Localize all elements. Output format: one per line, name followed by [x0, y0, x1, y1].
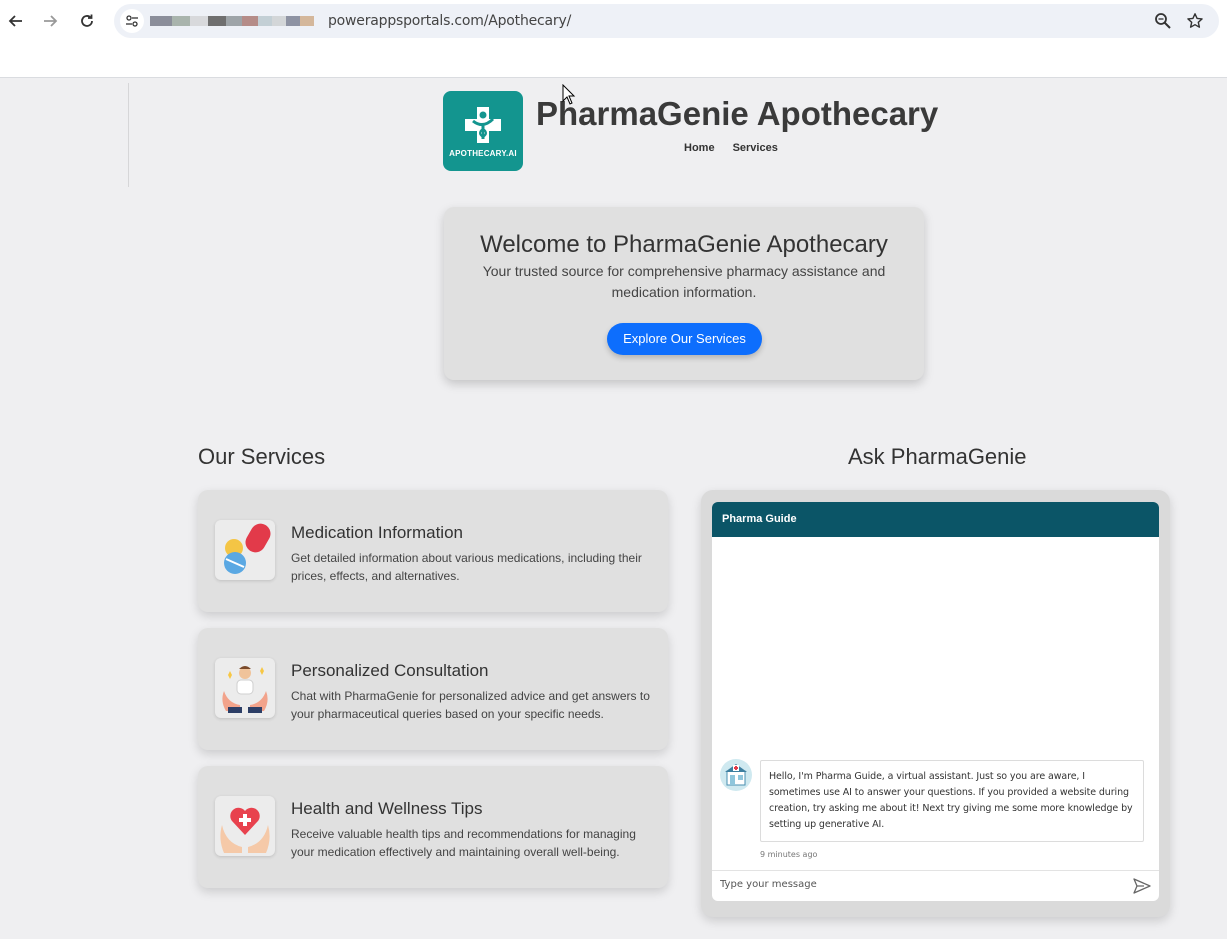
chat-header: Pharma Guide — [712, 502, 1159, 537]
zoom-icon[interactable] — [1154, 12, 1172, 30]
side-divider — [128, 83, 129, 187]
back-arrow-icon[interactable] — [3, 8, 29, 34]
service-description: Get detailed information about various m… — [291, 551, 642, 583]
forward-arrow-icon[interactable] — [37, 8, 63, 34]
nav-home[interactable]: Home — [684, 142, 715, 154]
chat-input-row — [712, 870, 1159, 901]
url-redacted — [150, 16, 328, 26]
service-title: Medication Information — [291, 523, 463, 542]
hero-heading: Welcome to PharmaGenie Apothecary — [480, 231, 888, 258]
site-logo[interactable]: APOTHECARY.AI — [443, 91, 523, 171]
service-title: Personalized Consultation — [291, 661, 489, 680]
hero-card: Welcome to PharmaGenie Apothecary Your t… — [444, 207, 924, 380]
service-description: Chat with PharmaGenie for personalized a… — [291, 689, 650, 721]
browser-toolbar: powerappsportals.com/Apothecary/ — [0, 0, 1227, 42]
service-card-wellness[interactable]: Health and Wellness Tips Receive valuabl… — [198, 766, 668, 888]
explore-services-button[interactable]: Explore Our Services — [607, 323, 762, 355]
ask-title: Ask PharmaGenie — [848, 444, 1027, 469]
mouse-cursor-icon — [562, 84, 576, 105]
bot-avatar-icon — [720, 759, 752, 791]
site-nav: Home Services — [684, 142, 778, 154]
bot-message: Hello, I'm Pharma Guide, a virtual assis… — [760, 760, 1144, 842]
address-bar[interactable]: powerappsportals.com/Apothecary/ — [114, 4, 1219, 38]
nav-services[interactable]: Services — [733, 142, 778, 154]
page-content: APOTHECARY.AI PharmaGenie Apothecary Hom… — [0, 79, 1227, 939]
heart-hands-icon — [215, 796, 275, 856]
pharmacy-cross-icon — [465, 106, 501, 143]
site-info-icon[interactable] — [120, 9, 144, 33]
service-description: Receive valuable health tips and recomme… — [291, 827, 636, 859]
service-card-medication[interactable]: Medication Information Get detailed info… — [198, 490, 668, 612]
services-title: Our Services — [198, 444, 326, 469]
service-title: Health and Wellness Tips — [291, 799, 483, 818]
chat-body: Hello, I'm Pharma Guide, a virtual assis… — [712, 537, 1159, 901]
logo-text: APOTHECARY.AI — [449, 148, 517, 158]
hero-subtitle: Your trusted source for comprehensive ph… — [482, 263, 886, 300]
service-card-consultation[interactable]: Personalized Consultation Chat with Phar… — [198, 628, 668, 750]
send-icon[interactable] — [1133, 878, 1151, 894]
consultation-icon — [215, 658, 275, 718]
reload-icon[interactable] — [74, 8, 100, 34]
star-icon[interactable] — [1186, 12, 1204, 30]
url-text[interactable]: powerappsportals.com/Apothecary/ — [328, 13, 571, 29]
pills-icon — [215, 520, 275, 580]
chat-message-input[interactable] — [720, 879, 1120, 890]
bookmarks-bar — [0, 42, 1227, 78]
chat-widget: Pharma Guide Hello, I'm Pharma Guide, a … — [701, 490, 1170, 917]
site-title: PharmaGenie Apothecary — [536, 95, 939, 132]
message-timestamp: 9 minutes ago — [760, 850, 818, 859]
